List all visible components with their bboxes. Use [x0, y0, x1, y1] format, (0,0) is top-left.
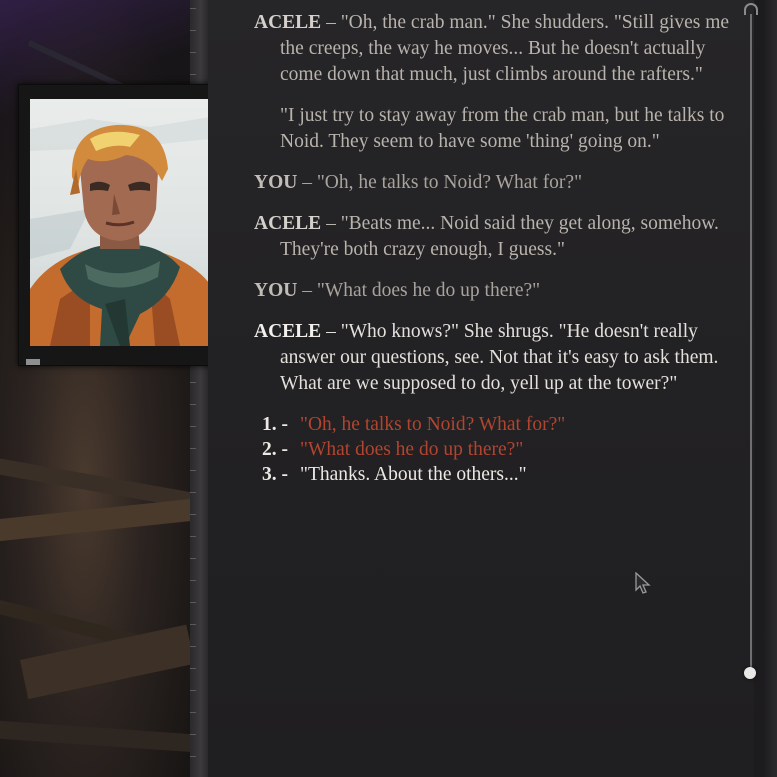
speaker-separator: – — [297, 280, 317, 301]
ruler-tick — [190, 690, 196, 691]
ruler-tick — [190, 52, 196, 53]
ruler-tick — [190, 756, 196, 757]
speaker-separator: – — [297, 172, 317, 193]
option-text: "What does he do up there?" — [300, 439, 524, 460]
ruler-tick — [190, 602, 196, 603]
dialogue-entry: YOU – "Oh, he talks to Noid? What for?" — [254, 170, 734, 196]
dialogue-text: "Who knows?" She shrugs. "He doesn't rea… — [280, 321, 719, 394]
speaker-name: ACELE — [254, 321, 322, 342]
option-number: 3. - — [262, 464, 288, 485]
dialogue-text: "What does he do up there?" — [316, 280, 541, 301]
ruler-tick — [190, 624, 196, 625]
portrait-frame — [18, 84, 218, 366]
dialogue-entry: ACELE – "Who knows?" She shrugs. "He doe… — [254, 319, 734, 397]
scroll-handle[interactable] — [744, 667, 756, 679]
portrait-tab — [26, 359, 40, 365]
scroll-track[interactable] — [750, 14, 752, 674]
speaker-name: YOU — [254, 280, 298, 301]
dialogue-text: "Beats me... Noid said they get along, s… — [280, 213, 719, 260]
ruler-tick — [190, 448, 196, 449]
ruler-tick — [190, 712, 196, 713]
ruler-tick — [190, 536, 196, 537]
rafter-beam — [0, 495, 222, 542]
ruler-tick — [190, 8, 196, 9]
response-option-2[interactable]: 2. - "What does he do up there?" — [262, 437, 734, 462]
dialogue-scrollbar[interactable] — [742, 0, 762, 777]
speaker-name: YOU — [254, 172, 298, 193]
character-portrait — [30, 99, 210, 346]
ruler-tick — [190, 668, 196, 669]
dialogue-entry: ACELE – "Beats me... Noid said they get … — [254, 211, 734, 263]
dialogue-entry: ACELE – "Oh, the crab man." She shudders… — [254, 10, 734, 88]
rafter-beam — [0, 720, 210, 754]
response-option-1[interactable]: 1. - "Oh, he talks to Noid? What for?" — [262, 412, 734, 437]
ruler-tick — [190, 404, 196, 405]
speaker-name: ACELE — [254, 12, 322, 33]
acele-portrait-art — [30, 117, 210, 346]
dialogue-entry: "I just try to stay away from the crab m… — [254, 103, 734, 155]
dialogue-text: "I just try to stay away from the crab m… — [280, 105, 725, 152]
speaker-separator: – — [321, 12, 341, 33]
ruler-tick — [190, 646, 196, 647]
response-options: 1. - "Oh, he talks to Noid? What for?" 2… — [254, 412, 734, 487]
response-option-3[interactable]: 3. - "Thanks. About the others..." — [262, 462, 734, 487]
option-number: 2. - — [262, 439, 288, 460]
dialogue-entry: YOU – "What does he do up there?" — [254, 278, 734, 304]
dialogue-log: ACELE – "Oh, the crab man." She shudders… — [254, 10, 734, 487]
mouse-cursor-icon — [635, 572, 651, 594]
ruler-tick — [190, 514, 196, 515]
ruler-tick — [190, 74, 196, 75]
ruler-tick — [190, 30, 196, 31]
speaker-separator: – — [321, 321, 341, 342]
speaker-name: ACELE — [254, 213, 322, 234]
speaker-separator: – — [321, 213, 341, 234]
ruler-tick — [190, 492, 196, 493]
option-number: 1. - — [262, 414, 288, 435]
ruler-tick — [190, 558, 196, 559]
ruler-tick — [190, 426, 196, 427]
dialogue-text: "Oh, the crab man." She shudders. "Still… — [280, 12, 730, 85]
dialogue-text: "Oh, he talks to Noid? What for?" — [316, 172, 583, 193]
ruler-tick — [190, 734, 196, 735]
ruler-tick — [190, 382, 196, 383]
option-text: "Thanks. About the others..." — [300, 464, 527, 485]
ruler-tick — [190, 470, 196, 471]
right-edge-strip — [762, 0, 777, 777]
ruler-tick — [190, 580, 196, 581]
option-text: "Oh, he talks to Noid? What for?" — [300, 414, 566, 435]
